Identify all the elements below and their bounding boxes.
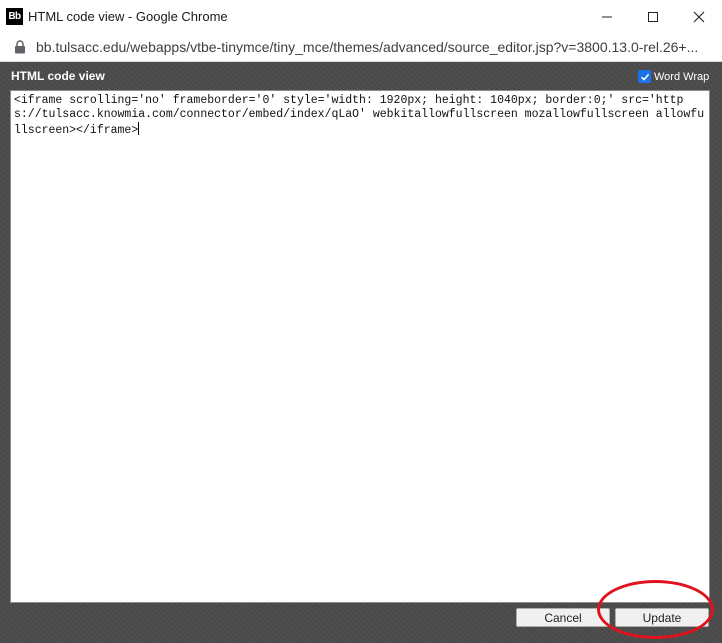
- close-icon: [693, 11, 705, 22]
- minimize-icon: [602, 16, 612, 17]
- code-editor-textarea[interactable]: <iframe scrolling='no' frameborder='0' s…: [10, 90, 710, 603]
- word-wrap-toggle[interactable]: Word Wrap: [638, 70, 709, 83]
- dialog-title: HTML code view: [11, 69, 105, 83]
- window-title: HTML code view - Google Chrome: [28, 9, 228, 24]
- code-text: <iframe scrolling='no' frameborder='0' s…: [14, 94, 705, 137]
- word-wrap-label: Word Wrap: [654, 70, 710, 83]
- checkmark-icon: [640, 73, 649, 81]
- url-text[interactable]: bb.tulsacc.edu/webapps/vtbe-tinymce/tiny…: [36, 39, 718, 55]
- annotation-circle: [597, 580, 714, 639]
- maximize-icon: [648, 11, 658, 22]
- app-icon: Bb: [6, 8, 23, 25]
- close-button[interactable]: [676, 0, 722, 33]
- word-wrap-checkbox[interactable]: [638, 70, 651, 83]
- text-caret: [138, 122, 140, 135]
- minimize-button[interactable]: [584, 0, 630, 33]
- lock-icon: [15, 40, 25, 54]
- maximize-button[interactable]: [630, 0, 676, 33]
- address-bar[interactable]: bb.tulsacc.edu/webapps/vtbe-tinymce/tiny…: [0, 33, 722, 62]
- html-code-view-dialog: HTML code view Word Wrap <iframe scrolli…: [0, 62, 722, 643]
- window-titlebar: Bb HTML code view - Google Chrome: [0, 0, 722, 33]
- cancel-button[interactable]: Cancel: [516, 608, 610, 627]
